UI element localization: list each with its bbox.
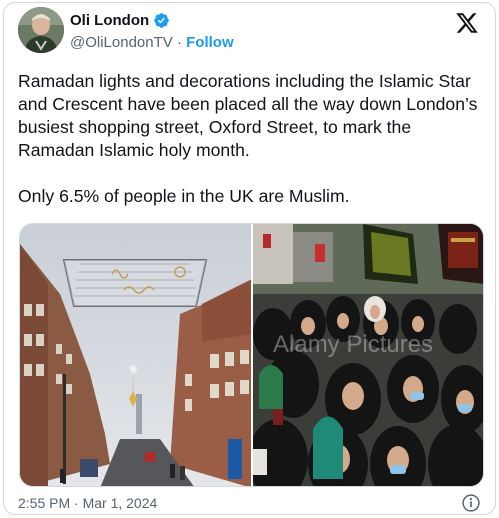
tweet-text: Ramadan lights and decorations including… [18,70,488,208]
tweet-timestamp[interactable]: 2:55 PM · Mar 1, 2024 [18,495,157,511]
info-icon[interactable] [461,493,481,513]
author-name-row: Oli London [70,12,170,29]
verified-badge-icon [154,13,169,28]
follow-button[interactable]: Follow [186,34,234,51]
x-logo-icon[interactable] [455,11,479,35]
avatar[interactable] [18,7,64,53]
display-name[interactable]: Oli London [70,12,149,29]
tweet-paragraph-2: Only 6.5% of people in the UK are Muslim… [18,186,350,206]
handle-row: @OliLondonTV · Follow [70,34,234,51]
tweet-media[interactable]: Alamy Pictures [19,223,484,487]
separator: · [176,34,182,51]
photo-oxford-street[interactable] [20,224,251,486]
handle[interactable]: @OliLondonTV [70,34,173,51]
photo-crowd[interactable]: Alamy Pictures [253,224,483,486]
media-watermark: Alamy Pictures [273,331,433,358]
tweet-paragraph-1: Ramadan lights and decorations including… [18,71,483,160]
tweet-card: Oli London @OliLondonTV · Follow Ramadan… [3,2,496,515]
